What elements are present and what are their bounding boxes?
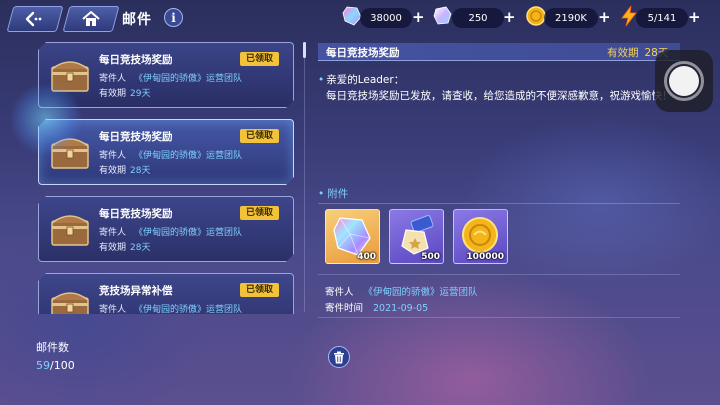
status-badge: 已领取 <box>240 129 279 143</box>
scroll-track <box>304 42 305 312</box>
attachment-qty: 100000 <box>466 252 504 262</box>
back-arrow-icon <box>25 11 42 27</box>
status-badge: 已领取 <box>240 283 279 297</box>
status-badge: 已领取 <box>240 206 279 220</box>
selected-glow <box>10 83 82 155</box>
mail-validity-line: 有效期 28天 <box>99 240 150 253</box>
mail-sender-line: 寄件人 《伊甸园的骄傲》运营团队 <box>99 225 242 238</box>
scrollbar-thumb[interactable] <box>303 42 306 58</box>
mail-count: 59/100 <box>36 359 75 372</box>
page-title: 邮件 <box>122 12 152 28</box>
floating-assistive-button[interactable] <box>655 50 713 112</box>
validity-label: 有效期 <box>99 243 127 253</box>
ticket-icon <box>432 5 454 27</box>
attachment-qty: 500 <box>421 252 440 262</box>
mail-title: 每日竞技场奖励 <box>99 54 173 66</box>
mail-title: 每日竞技场奖励 <box>99 208 173 220</box>
detail-sender-value: 《伊甸园的骄傲》运营团队 <box>363 287 478 298</box>
info-button[interactable]: i <box>164 8 183 27</box>
trash-icon <box>334 351 344 363</box>
bullet-dot: • <box>318 188 325 200</box>
add-stamina-button[interactable]: + <box>688 9 701 25</box>
mail-validity-line: 有效期 29天 <box>99 86 150 99</box>
mail-list[interactable]: 每日竞技场奖励 已领取 寄件人 《伊甸园的骄傲》运营团队 有效期 29天 每日竞技场… <box>36 40 298 314</box>
home-icon <box>82 11 100 26</box>
mail-title: 每日竞技场奖励 <box>99 131 173 143</box>
attachment-gold[interactable]: 100000 <box>453 209 508 264</box>
sender-label: 寄件人 <box>99 74 127 84</box>
sender-value: 《伊甸园的骄傲》运营团队 <box>134 228 243 238</box>
sender-label: 寄件人 <box>99 151 127 161</box>
sender-label: 寄件人 <box>99 228 127 238</box>
mail-content: 每日竞技场奖励已发放，请查收，给您造成的不便深感歉意，祝游戏愉快！ <box>326 90 673 102</box>
sender-value: 《伊甸园的骄傲》运营团队 <box>134 305 243 314</box>
sender-label: 寄件人 <box>99 305 127 314</box>
divider <box>318 317 680 318</box>
validity-value: 29天 <box>130 89 151 99</box>
mail-sender-line: 寄件人 《伊甸园的骄傲》运营团队 <box>99 71 242 84</box>
detail-header: 每日竞技场奖励 有效期 28天 <box>318 43 680 61</box>
attachment-crystal[interactable]: 400 <box>325 209 380 264</box>
divider <box>318 274 680 275</box>
mail-sender-line: 寄件人 《伊甸园的骄傲》运营团队 <box>99 148 242 161</box>
detail-time-line: 寄件时间 2021-09-05 <box>325 300 428 314</box>
attachment-qty: 400 <box>357 252 376 262</box>
treasure-chest-icon <box>49 286 91 314</box>
add-ticket-button[interactable]: + <box>503 9 516 25</box>
mail-title: 竞技场异常补偿 <box>99 285 173 297</box>
status-badge: 已领取 <box>240 52 279 66</box>
ticket-value: 250 <box>452 8 504 28</box>
mail-item[interactable]: 竞技场异常补偿 已领取 寄件人 《伊甸园的骄傲》运营团队 <box>38 273 294 314</box>
validity-value: 28天 <box>130 166 151 176</box>
crystal-value: 38000 <box>360 8 412 28</box>
add-gold-button[interactable]: + <box>598 9 611 25</box>
delete-mail-button[interactable] <box>328 346 350 368</box>
mail-sender-line: 寄件人 《伊甸园的骄傲》运营团队 <box>99 302 242 314</box>
validity-label: 有效期 <box>99 166 127 176</box>
top-bar: 邮件 i 38000 + 250 + 2190K + 5/141 + <box>0 0 720 36</box>
bullet-dot: • <box>318 74 325 86</box>
attachment-ticket[interactable]: 500 <box>389 209 444 264</box>
mail-count-total: /100 <box>50 359 75 372</box>
mail-validity-line: 有效期 28天 <box>99 163 150 176</box>
detail-time-value: 2021-09-05 <box>373 303 429 314</box>
detail-sender-label: 寄件人 <box>325 287 354 298</box>
attachments-label: 附件 <box>327 188 349 200</box>
assistive-dot-icon <box>669 66 699 96</box>
detail-title: 每日竞技场奖励 <box>326 47 400 59</box>
detail-time-label: 寄件时间 <box>325 303 364 314</box>
mail-count-current: 59 <box>36 359 50 372</box>
treasure-chest-icon <box>49 209 91 249</box>
divider <box>318 203 680 204</box>
mail-item[interactable]: 每日竞技场奖励 已领取 寄件人 《伊甸园的骄傲》运营团队 有效期 29天 <box>38 42 294 108</box>
mail-count-label: 邮件数 <box>36 341 69 354</box>
validity-value: 28天 <box>130 243 151 253</box>
stamina-value: 5/141 <box>636 8 688 28</box>
sender-value: 《伊甸园的骄傲》运营团队 <box>134 151 243 161</box>
add-crystal-button[interactable]: + <box>412 9 425 25</box>
attachments-heading: • 附件 <box>318 186 348 201</box>
home-button[interactable] <box>62 6 120 32</box>
mail-body: • 亲爱的Leader： 每日竞技场奖励已发放，请查收，给您造成的不便深感歉意，祝… <box>318 72 680 104</box>
back-button[interactable] <box>6 6 64 32</box>
validity-label: 有效期 <box>99 89 127 99</box>
mail-item[interactable]: 每日竞技场奖励 已领取 寄件人 《伊甸园的骄傲》运营团队 有效期 28天 <box>38 196 294 262</box>
detail-sender-line: 寄件人 《伊甸园的骄傲》运营团队 <box>325 284 478 298</box>
mail-greeting: 亲爱的Leader： <box>326 74 405 86</box>
detail-validity-label: 有效期 <box>607 47 639 59</box>
gold-value: 2190K <box>544 8 598 28</box>
sender-value: 《伊甸园的骄傲》运营团队 <box>134 74 243 84</box>
